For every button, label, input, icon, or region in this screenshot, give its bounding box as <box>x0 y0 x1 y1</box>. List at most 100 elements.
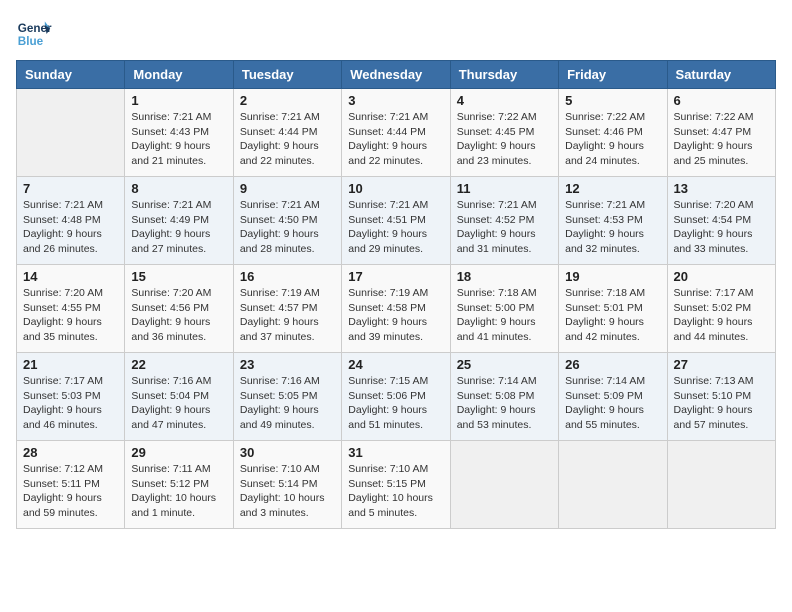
calendar-cell: 11 Sunrise: 7:21 AM Sunset: 4:52 PM Dayli… <box>450 177 558 265</box>
day-number: 11 <box>457 181 552 196</box>
day-info: Sunrise: 7:10 AM Sunset: 5:14 PM Dayligh… <box>240 462 335 521</box>
day-info: Sunrise: 7:20 AM Sunset: 4:55 PM Dayligh… <box>23 286 118 345</box>
day-number: 25 <box>457 357 552 372</box>
header-monday: Monday <box>125 61 233 89</box>
day-number: 23 <box>240 357 335 372</box>
day-info: Sunrise: 7:17 AM Sunset: 5:02 PM Dayligh… <box>674 286 769 345</box>
day-number: 7 <box>23 181 118 196</box>
day-number: 15 <box>131 269 226 284</box>
day-number: 27 <box>674 357 769 372</box>
day-info: Sunrise: 7:17 AM Sunset: 5:03 PM Dayligh… <box>23 374 118 433</box>
header-thursday: Thursday <box>450 61 558 89</box>
calendar-cell <box>559 441 667 529</box>
week-row-4: 21 Sunrise: 7:17 AM Sunset: 5:03 PM Dayli… <box>17 353 776 441</box>
day-info: Sunrise: 7:13 AM Sunset: 5:10 PM Dayligh… <box>674 374 769 433</box>
day-number: 30 <box>240 445 335 460</box>
day-info: Sunrise: 7:15 AM Sunset: 5:06 PM Dayligh… <box>348 374 443 433</box>
day-info: Sunrise: 7:12 AM Sunset: 5:11 PM Dayligh… <box>23 462 118 521</box>
svg-text:Blue: Blue <box>18 35 44 48</box>
header-sunday: Sunday <box>17 61 125 89</box>
day-info: Sunrise: 7:21 AM Sunset: 4:49 PM Dayligh… <box>131 198 226 257</box>
week-row-1: 1Sunrise: 7:21 AM Sunset: 4:43 PM Daylig… <box>17 89 776 177</box>
day-number: 28 <box>23 445 118 460</box>
header-friday: Friday <box>559 61 667 89</box>
day-info: Sunrise: 7:21 AM Sunset: 4:44 PM Dayligh… <box>348 110 443 169</box>
calendar-cell: 22 Sunrise: 7:16 AM Sunset: 5:04 PM Dayli… <box>125 353 233 441</box>
day-number: 1 <box>131 93 226 108</box>
day-info: Sunrise: 7:19 AM Sunset: 4:57 PM Dayligh… <box>240 286 335 345</box>
day-info: Sunrise: 7:14 AM Sunset: 5:08 PM Dayligh… <box>457 374 552 433</box>
calendar-cell: 8 Sunrise: 7:21 AM Sunset: 4:49 PM Daylig… <box>125 177 233 265</box>
day-number: 9 <box>240 181 335 196</box>
calendar-cell: 1Sunrise: 7:21 AM Sunset: 4:43 PM Daylig… <box>125 89 233 177</box>
calendar-cell: 14Sunrise: 7:20 AM Sunset: 4:55 PM Dayli… <box>17 265 125 353</box>
day-number: 22 <box>131 357 226 372</box>
calendar-cell: 29 Sunrise: 7:11 AM Sunset: 5:12 PM Dayli… <box>125 441 233 529</box>
calendar-cell: 17 Sunrise: 7:19 AM Sunset: 4:58 PM Dayli… <box>342 265 450 353</box>
day-number: 24 <box>348 357 443 372</box>
day-info: Sunrise: 7:19 AM Sunset: 4:58 PM Dayligh… <box>348 286 443 345</box>
day-number: 21 <box>23 357 118 372</box>
calendar-cell: 9 Sunrise: 7:21 AM Sunset: 4:50 PM Daylig… <box>233 177 341 265</box>
calendar-cell: 21 Sunrise: 7:17 AM Sunset: 5:03 PM Dayli… <box>17 353 125 441</box>
day-number: 18 <box>457 269 552 284</box>
calendar-cell: 20 Sunrise: 7:17 AM Sunset: 5:02 PM Dayli… <box>667 265 775 353</box>
logo: General Blue <box>16 16 52 52</box>
calendar-cell <box>667 441 775 529</box>
day-info: Sunrise: 7:22 AM Sunset: 4:45 PM Dayligh… <box>457 110 552 169</box>
calendar-cell: 4 Sunrise: 7:22 AM Sunset: 4:45 PM Daylig… <box>450 89 558 177</box>
calendar-cell: 30 Sunrise: 7:10 AM Sunset: 5:14 PM Dayli… <box>233 441 341 529</box>
calendar-cell: 6Sunrise: 7:22 AM Sunset: 4:47 PM Daylig… <box>667 89 775 177</box>
calendar-cell: 10 Sunrise: 7:21 AM Sunset: 4:51 PM Dayli… <box>342 177 450 265</box>
calendar-cell: 24 Sunrise: 7:15 AM Sunset: 5:06 PM Dayli… <box>342 353 450 441</box>
day-info: Sunrise: 7:21 AM Sunset: 4:53 PM Dayligh… <box>565 198 660 257</box>
calendar-cell: 27 Sunrise: 7:13 AM Sunset: 5:10 PM Dayli… <box>667 353 775 441</box>
calendar-cell: 13Sunrise: 7:20 AM Sunset: 4:54 PM Dayli… <box>667 177 775 265</box>
day-info: Sunrise: 7:21 AM Sunset: 4:44 PM Dayligh… <box>240 110 335 169</box>
day-info: Sunrise: 7:18 AM Sunset: 5:00 PM Dayligh… <box>457 286 552 345</box>
day-number: 17 <box>348 269 443 284</box>
day-info: Sunrise: 7:22 AM Sunset: 4:47 PM Dayligh… <box>674 110 769 169</box>
header-wednesday: Wednesday <box>342 61 450 89</box>
day-info: Sunrise: 7:21 AM Sunset: 4:50 PM Dayligh… <box>240 198 335 257</box>
day-number: 4 <box>457 93 552 108</box>
day-number: 31 <box>348 445 443 460</box>
day-number: 20 <box>674 269 769 284</box>
day-number: 12 <box>565 181 660 196</box>
day-info: Sunrise: 7:18 AM Sunset: 5:01 PM Dayligh… <box>565 286 660 345</box>
week-row-3: 14Sunrise: 7:20 AM Sunset: 4:55 PM Dayli… <box>17 265 776 353</box>
calendar-cell: 28 Sunrise: 7:12 AM Sunset: 5:11 PM Dayli… <box>17 441 125 529</box>
calendar-cell: 5 Sunrise: 7:22 AM Sunset: 4:46 PM Daylig… <box>559 89 667 177</box>
calendar-cell: 15Sunrise: 7:20 AM Sunset: 4:56 PM Dayli… <box>125 265 233 353</box>
calendar-cell: 12 Sunrise: 7:21 AM Sunset: 4:53 PM Dayli… <box>559 177 667 265</box>
day-number: 3 <box>348 93 443 108</box>
day-number: 2 <box>240 93 335 108</box>
day-number: 26 <box>565 357 660 372</box>
day-number: 5 <box>565 93 660 108</box>
calendar-table: SundayMondayTuesdayWednesdayThursdayFrid… <box>16 60 776 529</box>
calendar-cell <box>450 441 558 529</box>
day-number: 8 <box>131 181 226 196</box>
header-saturday: Saturday <box>667 61 775 89</box>
day-info: Sunrise: 7:22 AM Sunset: 4:46 PM Dayligh… <box>565 110 660 169</box>
calendar-cell: 18 Sunrise: 7:18 AM Sunset: 5:00 PM Dayli… <box>450 265 558 353</box>
calendar-cell: 26Sunrise: 7:14 AM Sunset: 5:09 PM Dayli… <box>559 353 667 441</box>
calendar-cell: 2 Sunrise: 7:21 AM Sunset: 4:44 PM Daylig… <box>233 89 341 177</box>
calendar-cell: 3 Sunrise: 7:21 AM Sunset: 4:44 PM Daylig… <box>342 89 450 177</box>
day-info: Sunrise: 7:21 AM Sunset: 4:51 PM Dayligh… <box>348 198 443 257</box>
day-info: Sunrise: 7:21 AM Sunset: 4:48 PM Dayligh… <box>23 198 118 257</box>
day-number: 10 <box>348 181 443 196</box>
calendar-cell: 19 Sunrise: 7:18 AM Sunset: 5:01 PM Dayli… <box>559 265 667 353</box>
page-header: General Blue <box>16 16 776 52</box>
calendar-cell: 23Sunrise: 7:16 AM Sunset: 5:05 PM Dayli… <box>233 353 341 441</box>
calendar-cell: 25 Sunrise: 7:14 AM Sunset: 5:08 PM Dayli… <box>450 353 558 441</box>
day-info: Sunrise: 7:21 AM Sunset: 4:52 PM Dayligh… <box>457 198 552 257</box>
week-row-5: 28 Sunrise: 7:12 AM Sunset: 5:11 PM Dayli… <box>17 441 776 529</box>
day-info: Sunrise: 7:16 AM Sunset: 5:04 PM Dayligh… <box>131 374 226 433</box>
day-number: 19 <box>565 269 660 284</box>
header-tuesday: Tuesday <box>233 61 341 89</box>
day-info: Sunrise: 7:11 AM Sunset: 5:12 PM Dayligh… <box>131 462 226 521</box>
calendar-cell: 7 Sunrise: 7:21 AM Sunset: 4:48 PM Daylig… <box>17 177 125 265</box>
day-number: 29 <box>131 445 226 460</box>
calendar-cell: 31Sunrise: 7:10 AM Sunset: 5:15 PM Dayli… <box>342 441 450 529</box>
